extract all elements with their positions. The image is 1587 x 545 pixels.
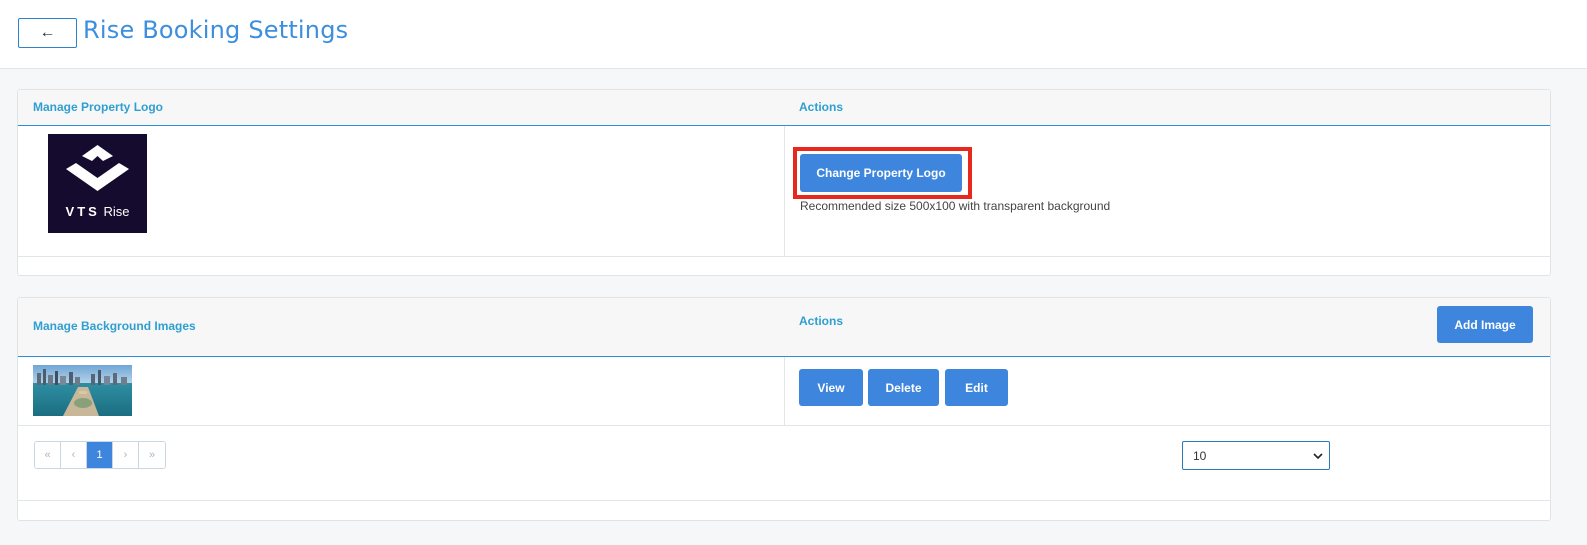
row-divider xyxy=(18,500,1550,501)
vts-logo-mark-icon xyxy=(66,145,129,191)
pagination-page-1[interactable]: 1 xyxy=(87,442,113,468)
table-header: Manage Background Images Actions Add Ima… xyxy=(18,298,1550,357)
top-bar: ← Rise Booking Settings xyxy=(0,0,1587,69)
add-image-button[interactable]: Add Image xyxy=(1437,306,1533,343)
view-image-button[interactable]: View xyxy=(799,369,863,406)
table-header: Manage Property Logo Actions xyxy=(18,90,1550,126)
logo-wordmark: VTS Rise xyxy=(65,204,130,219)
column-divider xyxy=(784,126,785,256)
column-divider xyxy=(784,357,785,425)
logo-size-hint: Recommended size 500x100 with transparen… xyxy=(800,199,1111,213)
edit-image-button[interactable]: Edit xyxy=(945,369,1008,406)
change-property-logo-button[interactable]: Change Property Logo xyxy=(800,154,962,192)
property-logo-image: VTS Rise xyxy=(48,134,147,233)
delete-image-button[interactable]: Delete xyxy=(868,369,939,406)
chevron-down-icon xyxy=(1313,453,1323,460)
pagination-next[interactable]: › xyxy=(113,442,139,468)
page-size-select[interactable]: 10 xyxy=(1182,441,1330,470)
page-title: Rise Booking Settings xyxy=(83,16,349,44)
background-image-thumbnail xyxy=(33,365,132,416)
city-skyline-image-icon xyxy=(33,365,132,416)
pagination: « ‹ 1 › » xyxy=(34,441,166,469)
column-header-logo: Manage Property Logo xyxy=(33,100,164,114)
column-header-actions: Actions xyxy=(799,314,844,328)
page-size-value: 10 xyxy=(1193,448,1207,463)
column-header-images: Manage Background Images xyxy=(33,319,196,333)
row-divider xyxy=(18,425,1550,426)
background-images-panel: Manage Background Images Actions Add Ima… xyxy=(17,297,1551,521)
pagination-first[interactable]: « xyxy=(35,442,61,468)
pagination-prev[interactable]: ‹ xyxy=(61,442,87,468)
pagination-last[interactable]: » xyxy=(139,442,165,468)
back-button[interactable]: ← xyxy=(18,18,77,48)
column-header-actions: Actions xyxy=(799,100,844,114)
property-logo-panel: Manage Property Logo Actions VTS Rise Ch… xyxy=(17,89,1551,276)
row-divider xyxy=(18,256,1550,257)
